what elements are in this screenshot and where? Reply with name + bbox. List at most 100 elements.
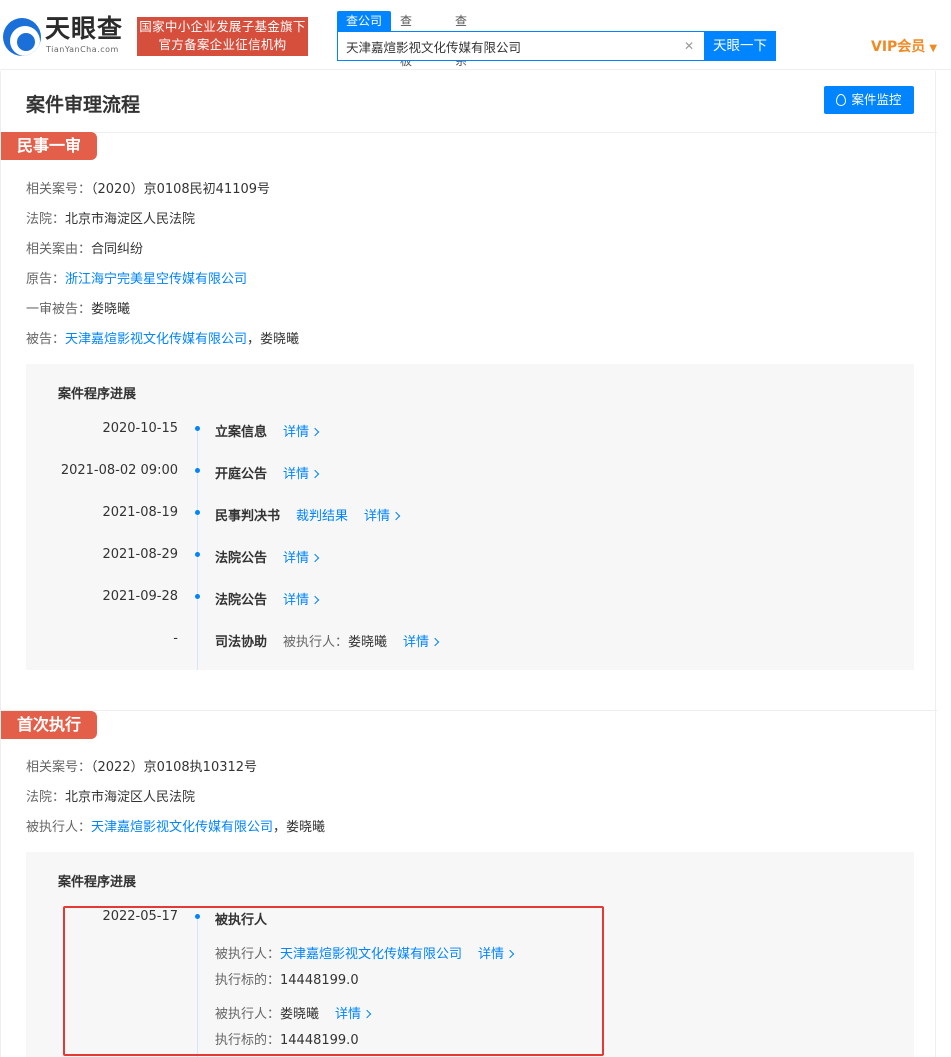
cause-value: 合同纠纷 (91, 242, 144, 257)
cause-label: 相关案由： (26, 242, 92, 257)
chevron-right-icon (310, 427, 320, 437)
timeline-dot (195, 510, 200, 515)
case-number-row: 相关案号：（2020）京0108民初41109号 (26, 178, 270, 197)
timeline-date: 2021-08-02 09:00 (60, 463, 178, 478)
timeline-dot (195, 552, 200, 557)
tab-company[interactable]: 查公司 (337, 11, 391, 31)
page-title: 案件审理流程 (26, 94, 141, 116)
court-label: 法院： (26, 212, 66, 227)
timeline-event: 法院公告 (215, 593, 268, 608)
vip-label: VIP会员 (871, 39, 926, 55)
timeline-item: 法院公告 详情 (215, 589, 320, 608)
detail-link[interactable]: 详情 (283, 467, 320, 482)
gov-badge-line1: 国家中小企业发展子基金旗下 (139, 19, 306, 34)
detail-link[interactable]: 详情 (283, 551, 320, 566)
timeline-item: 法院公告 详情 (215, 547, 320, 566)
timeline-event: 立案信息 (215, 425, 268, 440)
executed-label: 被执行人： (26, 820, 92, 835)
executed-person: 娄晓曦 (348, 635, 388, 650)
gov-badge-line2: 官方备案企业征信机构 (158, 37, 287, 52)
divider (1, 132, 937, 133)
timeline-line (197, 426, 198, 670)
chevron-right-icon (430, 637, 440, 647)
section-tag-first-execution: 首次执行 (1, 711, 98, 739)
court-value: 北京市海淀区人民法院 (65, 212, 196, 227)
case-monitor-label: 案件监控 (851, 92, 902, 107)
progress-title: 案件程序进展 (58, 875, 137, 890)
timeline-item: 立案信息 详情 (215, 421, 320, 440)
logo-subtext: TianYanCha.com (46, 45, 119, 54)
defendant-row: 被告：天津嘉煊影视文化传媒有限公司，娄晓曦 (26, 328, 299, 347)
timeline-date: 2021-08-19 (102, 505, 178, 520)
timeline-event: 民事判决书 (215, 509, 281, 524)
court-row: 法院：北京市海淀区人民法院 (26, 786, 195, 805)
timeline-item: 开庭公告 详情 (215, 463, 320, 482)
logo-eye-icon (3, 18, 41, 56)
tab-boss[interactable]: 查老板 (400, 11, 412, 68)
timeline-item: 民事判决书 裁判结果 详情 (215, 505, 401, 524)
gov-badge: 国家中小企业发展子基金旗下 官方备案企业征信机构 (137, 17, 308, 56)
highlight-box (63, 906, 604, 1056)
location-pin-icon (836, 94, 847, 106)
first-defendant-label: 一审被告： (26, 302, 92, 317)
detail-link[interactable]: 详情 (283, 425, 320, 440)
detail-link[interactable]: 详情 (364, 509, 401, 524)
divider (1, 710, 937, 711)
search-button[interactable]: 天眼一下 (704, 31, 776, 61)
case-number-value: （2020）京0108民初41109号 (91, 182, 271, 197)
clear-icon[interactable]: ✕ (682, 39, 696, 53)
tab-relation[interactable]: 查关系 (455, 11, 467, 68)
cause-row: 相关案由：合同纠纷 (26, 238, 143, 257)
timeline-event: 法院公告 (215, 551, 268, 566)
progress-panel-1: 案件程序进展 2020-10-15 立案信息 详情 2021-08-02 09:0… (26, 364, 914, 670)
timeline-dot (195, 468, 200, 473)
detail-link[interactable]: 详情 (403, 635, 440, 650)
timeline-dot (195, 594, 200, 599)
court-value: 北京市海淀区人民法院 (65, 790, 196, 805)
plaintiff-link[interactable]: 浙江海宁完美星空传媒有限公司 (65, 272, 247, 287)
case-number-label: 相关案号： (26, 760, 92, 775)
timeline-event: 司法协助 (215, 635, 268, 650)
case-number-value: （2022）京0108执10312号 (91, 760, 258, 775)
court-row: 法院：北京市海淀区人民法院 (26, 208, 195, 227)
search-box: ✕ (337, 31, 705, 61)
search-input[interactable] (338, 32, 668, 60)
chevron-right-icon (310, 469, 320, 479)
timeline-date: 2020-10-15 (102, 421, 178, 436)
progress-title: 案件程序进展 (58, 387, 137, 402)
first-defendant-row: 一审被告：娄晓曦 (26, 298, 130, 317)
executed-company-link[interactable]: 天津嘉煊影视文化传媒有限公司 (91, 820, 273, 835)
timeline-date: - (173, 631, 178, 646)
tianyancha-logo[interactable]: 天眼查 TianYanCha.com (3, 14, 128, 60)
executed-row: 被执行人：天津嘉煊影视文化传媒有限公司，娄晓曦 (26, 816, 325, 835)
chevron-right-icon (310, 595, 320, 605)
chevron-right-icon (391, 511, 401, 521)
chevron-right-icon (310, 553, 320, 563)
detail-link[interactable]: 详情 (283, 593, 320, 608)
logo-text: 天眼查 (45, 14, 124, 43)
defendant-label: 被告： (26, 332, 66, 347)
defendant-person: 娄晓曦 (260, 332, 300, 347)
case-number-row: 相关案号：（2022）京0108执10312号 (26, 756, 257, 775)
court-label: 法院： (26, 790, 66, 805)
vip-menu[interactable]: VIP会员 ▼ (871, 36, 937, 56)
first-defendant-value: 娄晓曦 (91, 302, 131, 317)
defendant-company-link[interactable]: 天津嘉煊影视文化传媒有限公司 (65, 332, 247, 347)
timeline-date: 2021-08-29 (102, 547, 178, 562)
plaintiff-label: 原告： (26, 272, 66, 287)
timeline-dot (195, 426, 200, 431)
timeline-event: 开庭公告 (215, 467, 268, 482)
judgment-result-link[interactable]: 裁判结果 (296, 509, 348, 524)
timeline-item: 司法协助 被执行人：娄晓曦 详情 (215, 631, 440, 650)
executed-separator: ， (273, 820, 287, 835)
section-tag-civil-first-instance: 民事一审 (1, 132, 98, 160)
top-header: 天眼查 TianYanCha.com 国家中小企业发展子基金旗下 官方备案企业征… (0, 0, 951, 70)
caret-down-icon: ▼ (929, 43, 938, 54)
timeline-date: 2021-09-28 (102, 589, 178, 604)
executed-label: 被执行人： (283, 635, 349, 650)
case-monitor-button[interactable]: 案件监控 (824, 86, 914, 114)
case-number-label: 相关案号： (26, 182, 92, 197)
defendant-separator: ， (247, 332, 261, 347)
plaintiff-row: 原告：浙江海宁完美星空传媒有限公司 (26, 268, 247, 287)
executed-person: 娄晓曦 (286, 820, 326, 835)
